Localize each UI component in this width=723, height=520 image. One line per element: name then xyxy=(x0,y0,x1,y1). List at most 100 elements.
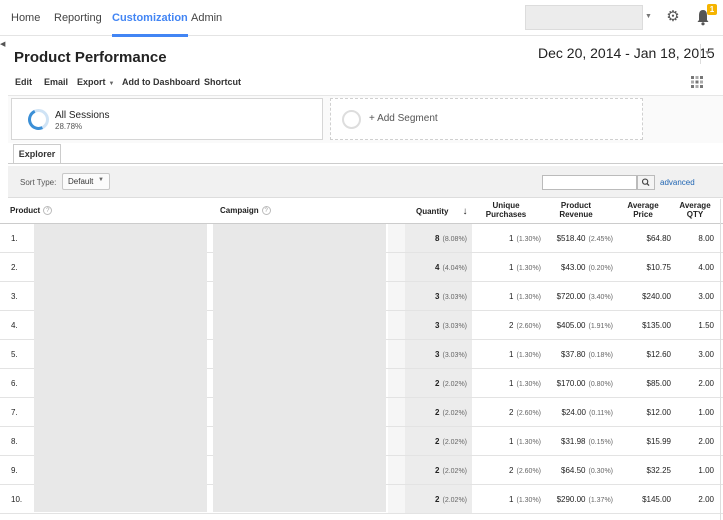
quantity-cell: 2 (2.02%) xyxy=(405,495,467,504)
col-campaign-label: Campaign xyxy=(220,206,259,215)
unique-purchases-value: 2 xyxy=(509,321,514,330)
col-header-product-revenue[interactable]: Product Revenue xyxy=(546,201,606,219)
average-price-cell: $85.00 xyxy=(646,379,671,388)
average-price-cell: $12.00 xyxy=(646,408,671,417)
chevron-down-icon: ▼ xyxy=(98,177,104,183)
chevron-down-icon[interactable]: ▼ xyxy=(700,44,714,64)
quantity-cell: 2 (2.02%) xyxy=(405,466,467,475)
row-gutter xyxy=(388,369,405,397)
quantity-pct: (2.02%) xyxy=(442,497,467,504)
help-icon[interactable]: ? xyxy=(261,206,271,216)
product-revenue-cell: $290.00 (1.37%) xyxy=(538,495,613,504)
product-revenue-value: $24.00 xyxy=(561,408,586,417)
average-qty-cell: 4.00 xyxy=(698,263,714,272)
average-price-cell: $145.00 xyxy=(642,495,671,504)
segment-percentage: 28.78% xyxy=(55,122,83,131)
col-header-campaign[interactable]: Campaign? xyxy=(220,206,271,216)
segment-name: All Sessions xyxy=(55,110,110,121)
row-gutter xyxy=(388,253,405,281)
average-qty-cell: 2.00 xyxy=(698,437,714,446)
col-header-product[interactable]: Product? xyxy=(10,206,53,216)
row-index: 9. xyxy=(11,466,18,475)
date-range-picker[interactable]: Dec 20, 2014 - Jan 18, 2015 xyxy=(538,45,715,61)
product-revenue-pct: (0.18%) xyxy=(588,352,613,359)
product-revenue-value: $37.80 xyxy=(561,350,586,359)
col-header-average-price[interactable]: Average Price xyxy=(618,201,668,219)
add-to-dashboard-button[interactable]: Add to Dashboard xyxy=(122,77,200,87)
row-index: 6. xyxy=(11,379,18,388)
product-revenue-cell: $31.98 (0.15%) xyxy=(538,437,613,446)
quantity-pct: (3.03%) xyxy=(442,294,467,301)
quantity-cell: 3 (3.03%) xyxy=(405,321,467,330)
average-price-cell: $64.80 xyxy=(646,234,671,243)
quantity-pct: (3.03%) xyxy=(442,352,467,359)
campaign-names-redacted xyxy=(213,224,386,512)
tab-customization[interactable]: Customization xyxy=(112,0,188,37)
notification-badge: 1 xyxy=(707,4,717,15)
advanced-filter-link[interactable]: advanced xyxy=(660,178,695,187)
quantity-cell: 3 (3.03%) xyxy=(405,350,467,359)
quantity-pct: (2.02%) xyxy=(442,468,467,475)
row-gutter xyxy=(388,282,405,310)
average-qty-cell: 1.50 xyxy=(698,321,714,330)
product-revenue-value: $720.00 xyxy=(556,292,586,301)
help-icon[interactable]: ? xyxy=(43,206,53,216)
product-revenue-value: $405.00 xyxy=(556,321,586,330)
add-segment-label: + Add Segment xyxy=(369,113,438,124)
unique-purchases-value: 1 xyxy=(509,234,514,243)
collapse-sidebar-icon[interactable]: ◀ xyxy=(0,40,8,54)
product-names-redacted xyxy=(34,224,207,512)
average-price-cell: $12.60 xyxy=(646,350,671,359)
col-header-unique-purchases[interactable]: Unique Purchases xyxy=(478,201,534,219)
export-button[interactable]: Export ▼ xyxy=(77,77,114,87)
unique-purchases-cell: 1 (1.30%) xyxy=(475,292,541,301)
average-qty-cell: 2.00 xyxy=(698,379,714,388)
unique-purchases-cell: 1 (1.30%) xyxy=(475,437,541,446)
unique-purchases-cell: 1 (1.30%) xyxy=(475,234,541,243)
quantity-value: 3 xyxy=(435,350,440,359)
row-index: 2. xyxy=(11,263,18,272)
product-revenue-pct: (0.80%) xyxy=(588,381,613,388)
tab-admin[interactable]: Admin xyxy=(191,0,222,36)
chevron-down-icon: ▼ xyxy=(108,81,115,87)
edit-button[interactable]: Edit xyxy=(15,77,32,87)
unique-purchases-cell: 2 (2.60%) xyxy=(475,408,541,417)
sort-type-value: Default xyxy=(68,177,94,186)
view-grid-icon[interactable] xyxy=(691,76,703,88)
quantity-pct: (2.02%) xyxy=(442,410,467,417)
product-revenue-cell: $405.00 (1.91%) xyxy=(538,321,613,330)
shortcut-button[interactable]: Shortcut xyxy=(204,77,241,87)
row-gutter xyxy=(388,311,405,339)
quantity-value: 2 xyxy=(435,495,440,504)
gear-icon[interactable]: ⚙ xyxy=(665,8,681,26)
row-index: 10. xyxy=(11,495,23,504)
average-price-cell: $10.75 xyxy=(646,263,671,272)
product-revenue-value: $170.00 xyxy=(556,379,586,388)
tab-explorer[interactable]: Explorer xyxy=(13,144,61,164)
search-icon[interactable] xyxy=(637,175,655,190)
tab-home[interactable]: Home xyxy=(11,0,40,36)
account-selector[interactable] xyxy=(525,5,643,30)
product-revenue-pct: (2.45%) xyxy=(588,236,613,243)
product-revenue-cell: $64.50 (0.30%) xyxy=(538,466,613,475)
product-revenue-cell: $24.00 (0.11%) xyxy=(538,408,613,417)
sort-type-select[interactable]: Default ▼ xyxy=(62,173,110,190)
quantity-value: 3 xyxy=(435,292,440,301)
table-search-input[interactable] xyxy=(542,175,637,190)
quantity-value: 2 xyxy=(435,379,440,388)
unique-purchases-value: 1 xyxy=(509,263,514,272)
tab-reporting[interactable]: Reporting xyxy=(54,0,102,36)
col-header-average-qty[interactable]: Average QTY xyxy=(674,201,716,219)
email-button[interactable]: Email xyxy=(44,77,68,87)
quantity-value: 2 xyxy=(435,408,440,417)
average-price-cell: $15.99 xyxy=(646,437,671,446)
quantity-cell: 3 (3.03%) xyxy=(405,292,467,301)
product-revenue-cell: $720.00 (3.40%) xyxy=(538,292,613,301)
col-header-quantity[interactable]: Quantity ↓ xyxy=(416,206,467,217)
product-revenue-value: $64.50 xyxy=(561,466,586,475)
quantity-cell: 2 (2.02%) xyxy=(405,408,467,417)
product-revenue-value: $31.98 xyxy=(561,437,586,446)
quantity-value: 3 xyxy=(435,321,440,330)
quantity-value: 4 xyxy=(435,263,440,272)
row-gutter xyxy=(388,224,405,252)
